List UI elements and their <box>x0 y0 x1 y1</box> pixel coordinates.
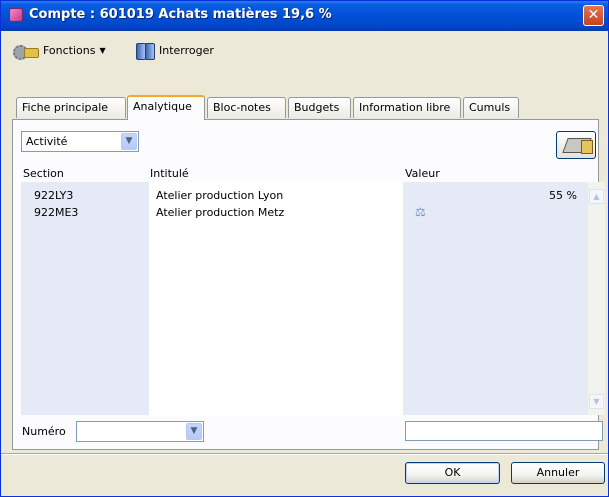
tab-budgets[interactable]: Budgets <box>288 97 351 118</box>
chevron-down-icon[interactable]: ▼ <box>121 133 137 150</box>
gears-icon <box>11 42 39 60</box>
close-button[interactable]: ✕ <box>583 5 604 26</box>
row-valeur[interactable]: 55 % <box>549 189 577 202</box>
chevron-down-icon[interactable]: ▼ <box>186 423 202 440</box>
interroger-label: Interroger <box>159 43 214 57</box>
app-icon <box>9 8 23 22</box>
row-intitule: Atelier production Lyon <box>156 189 284 202</box>
tab-fiche-principale[interactable]: Fiche principale <box>16 97 126 118</box>
window-title: Compte : 601019 Achats matières 19,6 % <box>29 7 332 22</box>
tab-information-libre[interactable]: Information libre <box>353 97 461 118</box>
row-section: 922LY3 <box>34 189 74 202</box>
numero-label: Numéro <box>22 425 66 438</box>
column-header-section[interactable]: Section <box>23 167 64 180</box>
binoculars-icon <box>135 40 155 60</box>
axis-select[interactable]: Activité ▼ <box>21 131 139 152</box>
numero-select[interactable]: ▼ <box>76 421 204 442</box>
row-intitule: Atelier production Metz <box>156 206 285 219</box>
calculator-button[interactable] <box>556 131 596 159</box>
scale-icon[interactable]: ⚖ <box>415 206 429 219</box>
dialog-window: Compte : 601019 Achats matières 19,6 % ✕… <box>0 0 609 497</box>
axis-select-value: Activité <box>26 135 68 148</box>
tab-cumuls[interactable]: Cumuls <box>463 97 519 118</box>
ok-button[interactable]: OK <box>405 462 500 484</box>
row-section: 922ME3 <box>34 206 79 219</box>
tab-analytique[interactable]: Analytique <box>127 95 205 120</box>
scroll-down-icon[interactable]: ▼ <box>589 394 604 409</box>
interroger-button[interactable]: Interroger <box>135 39 214 61</box>
tab-bloc-notes[interactable]: Bloc-notes <box>207 97 286 118</box>
valeur-input[interactable] <box>405 421 603 441</box>
title-bar[interactable]: Compte : 601019 Achats matières 19,6 % ✕ <box>1 1 608 31</box>
fonctions-label: Fonctions <box>43 43 96 57</box>
toolbar: Fonctions ▼ Interroger <box>1 31 608 67</box>
cancel-button[interactable]: Annuler <box>511 462 605 484</box>
valeur-column <box>403 182 588 415</box>
fonctions-menu-button[interactable]: Fonctions ▼ <box>11 39 106 61</box>
vertical-scrollbar[interactable]: ▲ ▼ <box>588 182 605 415</box>
footer-divider <box>1 453 608 455</box>
column-header-intitule[interactable]: Intitulé <box>150 167 189 180</box>
chevron-down-icon: ▼ <box>99 45 106 55</box>
column-header-valeur[interactable]: Valeur <box>405 167 440 180</box>
scroll-up-icon[interactable]: ▲ <box>589 189 604 204</box>
